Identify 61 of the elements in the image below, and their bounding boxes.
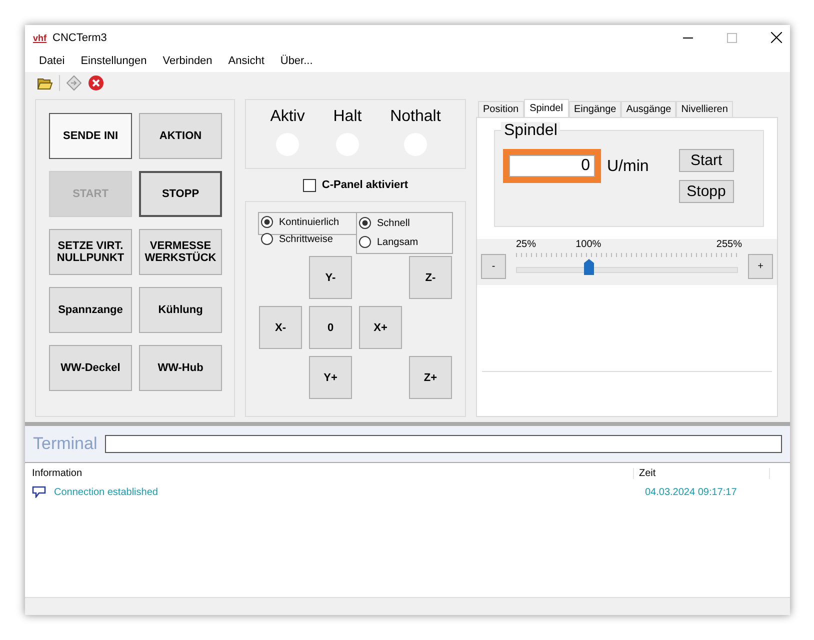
status-label: Nothalt <box>390 108 441 126</box>
action-button[interactable]: AKTION <box>139 113 222 159</box>
tick-label: 255% <box>716 239 742 250</box>
menu-item[interactable]: Einstellungen <box>72 55 155 67</box>
close-icon[interactable] <box>771 32 782 43</box>
tab[interactable]: Position <box>478 101 524 117</box>
radio-label: Kontinuierlich <box>279 216 340 228</box>
log-time: 04.03.2024 09:17:17 <box>644 486 737 498</box>
jog-button[interactable]: 0 <box>309 306 352 349</box>
action-button[interactable]: SENDE INI <box>49 113 132 159</box>
unit-label: U/min <box>607 158 649 176</box>
group-title: Spindel <box>501 122 560 140</box>
tab[interactable]: Eingänge <box>568 101 622 117</box>
action-button[interactable]: WW-Hub <box>139 345 222 391</box>
tick-label: 25% <box>516 239 536 250</box>
menu-item[interactable]: Datei <box>31 55 73 67</box>
tick-label: 100% <box>576 239 602 250</box>
menu-item[interactable]: Ansicht <box>220 55 272 67</box>
jog-button[interactable]: X+ <box>359 306 402 349</box>
increase-button[interactable]: + <box>748 254 773 279</box>
jog-button[interactable]: Z- <box>409 256 452 299</box>
action-button[interactable]: Spannzange <box>49 287 132 333</box>
tab[interactable]: Ausgänge <box>621 101 676 117</box>
speed-input[interactable]: 0 <box>509 155 595 177</box>
radio-label: Schrittweise <box>279 234 333 244</box>
app-logo: vhf <box>33 32 46 42</box>
menu-item[interactable]: Verbinden <box>154 55 220 67</box>
radio-label: Langsam <box>377 236 418 248</box>
column-header[interactable]: Zeit <box>633 468 770 478</box>
jog-button[interactable]: X- <box>259 306 302 349</box>
radio-button[interactable] <box>261 233 273 245</box>
folder-icon[interactable] <box>37 76 53 90</box>
log-message: Connection established <box>54 486 158 498</box>
jog-button[interactable]: Z+ <box>409 356 452 399</box>
tab[interactable]: Nivellieren <box>676 101 733 117</box>
menu-item[interactable]: Über... <box>272 55 321 67</box>
radio-label: Schnell <box>377 218 410 228</box>
decrease-button[interactable]: - <box>481 254 506 279</box>
window-title: CNCTerm3 <box>52 32 107 44</box>
spindle-button[interactable]: Stopp <box>678 180 734 203</box>
terminal-input[interactable] <box>105 435 782 453</box>
spindle-button[interactable]: Start <box>678 149 734 172</box>
radio-button[interactable] <box>359 236 371 248</box>
jog-button[interactable]: Y+ <box>309 356 352 399</box>
action-button[interactable]: STOPP <box>139 171 222 217</box>
checkbox[interactable] <box>302 178 316 192</box>
action-button[interactable]: Kühlung <box>139 287 222 333</box>
radio-button[interactable] <box>359 217 371 229</box>
action-button[interactable]: WW-Deckel <box>49 345 132 391</box>
slider-thumb[interactable] <box>584 259 594 275</box>
checkbox-label: C-Panel aktiviert <box>322 179 408 191</box>
tab[interactable]: Spindel <box>524 99 569 118</box>
action-button[interactable]: SETZE VIRT. NULLPUNKT <box>49 229 132 275</box>
radio-button[interactable] <box>261 216 273 228</box>
speech-bubble-icon <box>32 486 46 498</box>
action-button[interactable]: VERMESSE WERKSTÜCK <box>139 229 222 275</box>
column-header[interactable]: Information <box>25 468 633 478</box>
status-label: Aktiv <box>270 108 305 126</box>
terminal-label: Terminal <box>33 434 98 454</box>
status-label: Halt <box>333 108 362 126</box>
jog-button[interactable]: Y- <box>309 256 352 299</box>
